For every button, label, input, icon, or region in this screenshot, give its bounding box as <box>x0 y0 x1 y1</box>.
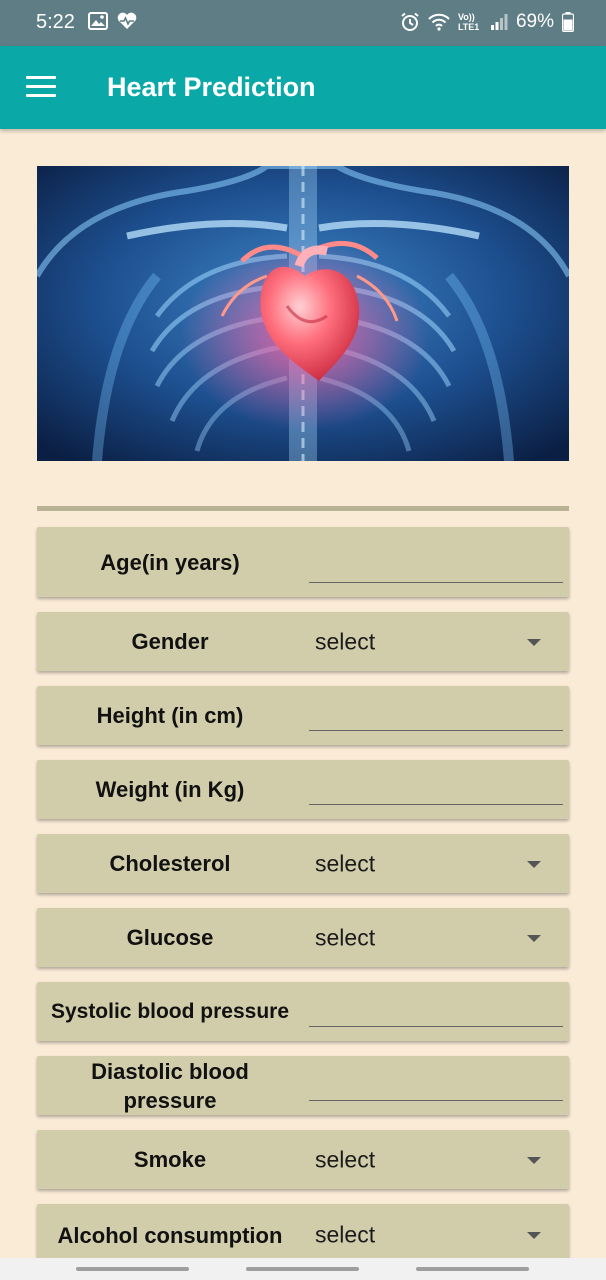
glucose-label: Glucose <box>126 925 214 950</box>
weight-input[interactable] <box>309 773 563 805</box>
smoke-selected-value: select <box>315 1146 376 1172</box>
cholesterol-dropdown[interactable]: select <box>309 834 569 893</box>
app-bar: Heart Prediction <box>0 46 606 129</box>
alcohol-label: Alcohol consumption <box>57 1222 283 1248</box>
signal-icon <box>490 14 508 30</box>
age-row: Age(in years) <box>37 527 569 597</box>
alcohol-row: Alcohol consumption select <box>37 1204 569 1258</box>
heart-health-icon <box>117 12 137 29</box>
systolic-row: Systolic blood pressure <box>37 982 569 1041</box>
section-divider <box>37 506 569 511</box>
dropdown-arrow-icon <box>527 860 541 868</box>
back-button[interactable] <box>416 1267 529 1271</box>
smoke-row: Smoke select <box>37 1130 569 1189</box>
app-title: Heart Prediction <box>107 72 316 102</box>
weight-label: Weight (in Kg) <box>95 777 245 802</box>
systolic-input[interactable] <box>309 995 563 1027</box>
network-type-label: Vo)) LTE1 <box>457 12 480 32</box>
wifi-icon <box>428 13 450 31</box>
cholesterol-label: Cholesterol <box>109 851 231 876</box>
glucose-dropdown[interactable]: select <box>309 908 569 967</box>
diastolic-label: Diastolic blood pressure <box>91 1058 249 1113</box>
status-bar: 5:22 Vo)) LTE1 69% <box>0 0 606 46</box>
alcohol-dropdown[interactable]: select <box>309 1204 569 1258</box>
heart-anatomy-image <box>37 166 569 461</box>
dropdown-arrow-icon <box>527 1232 541 1239</box>
glucose-row: Glucose select <box>37 908 569 967</box>
glucose-selected-value: select <box>315 924 376 950</box>
battery-icon <box>562 12 574 32</box>
status-system-icons: Vo)) LTE1 69% <box>400 11 574 33</box>
status-notification-icons <box>88 12 138 30</box>
status-time: 5:22 <box>36 11 75 33</box>
diastolic-input[interactable] <box>309 1069 563 1101</box>
dropdown-arrow-icon <box>527 638 541 646</box>
dropdown-arrow-icon <box>527 1156 541 1164</box>
system-nav-bar <box>0 1258 606 1280</box>
recents-button[interactable] <box>76 1267 189 1271</box>
height-input[interactable] <box>309 699 563 731</box>
home-button[interactable] <box>246 1267 359 1271</box>
gender-row: Gender select <box>37 612 569 671</box>
height-label: Height (in cm) <box>96 703 244 728</box>
battery-percent: 69% <box>515 11 554 32</box>
gender-dropdown[interactable]: select <box>309 612 569 671</box>
age-input[interactable] <box>309 551 563 583</box>
age-label: Age(in years) <box>100 549 240 575</box>
cholesterol-row: Cholesterol select <box>37 834 569 893</box>
gallery-icon <box>88 12 108 30</box>
smoke-label: Smoke <box>133 1147 207 1172</box>
weight-row: Weight (in Kg) <box>37 760 569 819</box>
smoke-dropdown[interactable]: select <box>309 1130 569 1189</box>
height-row: Height (in cm) <box>37 686 569 745</box>
alarm-icon <box>401 12 419 31</box>
cholesterol-selected-value: select <box>315 850 376 876</box>
alcohol-selected-value: select <box>315 1221 376 1248</box>
gender-label: Gender <box>131 629 209 654</box>
gender-selected-value: select <box>315 628 376 654</box>
dropdown-arrow-icon <box>527 934 541 942</box>
hamburger-menu-icon[interactable] <box>26 76 56 98</box>
systolic-label: Systolic blood pressure <box>50 1000 290 1023</box>
diastolic-row: Diastolic blood pressure <box>37 1056 569 1115</box>
